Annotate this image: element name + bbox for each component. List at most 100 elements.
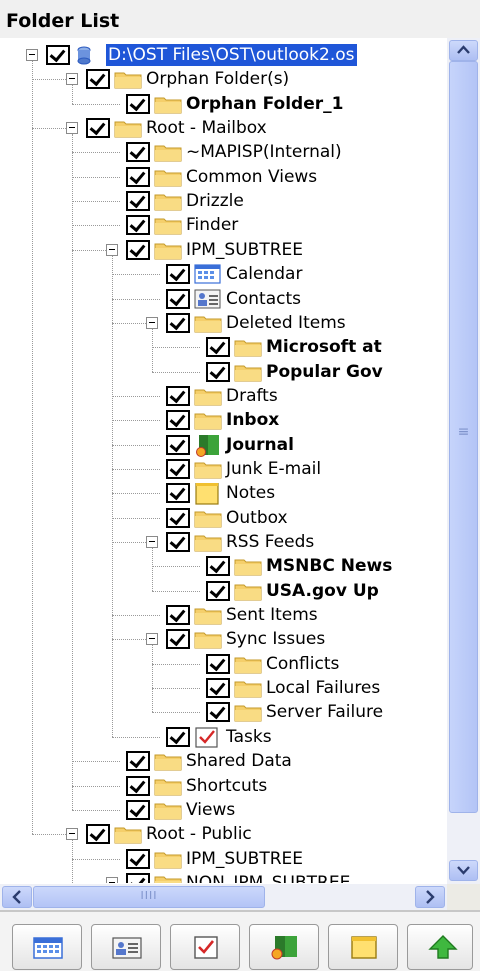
tree-item-shortcuts[interactable]: Shortcuts	[0, 774, 447, 798]
tree-item-common-views[interactable]: Common Views	[0, 165, 447, 189]
folder-checkbox[interactable]	[166, 264, 190, 285]
tree-item-public-ipm-subtree[interactable]: IPM_SUBTREE	[0, 847, 447, 871]
folder-checkbox[interactable]	[126, 142, 150, 163]
folder-checkbox[interactable]	[166, 507, 190, 528]
scroll-down-button[interactable]	[449, 860, 478, 881]
tree-item-root-mailbox[interactable]: Root - Mailbox	[0, 116, 447, 140]
folder-checkbox[interactable]	[206, 702, 230, 723]
tree-item-popular-gov[interactable]: Popular Gov	[0, 360, 447, 384]
expand-collapse-toggle[interactable]	[106, 876, 118, 883]
tree-item-conflicts[interactable]: Conflicts	[0, 652, 447, 676]
tree-item-usa-gov-up[interactable]: USA.gov Up	[0, 579, 447, 603]
tree-item-microsoft-at[interactable]: Microsoft at	[0, 335, 447, 359]
tree-item-mapisp-internal[interactable]: ~MAPISP(Internal)	[0, 140, 447, 164]
folder-checkbox[interactable]	[206, 580, 230, 601]
tree-item-sent-items[interactable]: Sent Items	[0, 603, 447, 627]
nav-notes-button[interactable]	[328, 924, 398, 970]
expand-collapse-toggle[interactable]	[66, 122, 78, 135]
expand-collapse-toggle[interactable]	[66, 73, 78, 86]
tree-item-ipm-subtree[interactable]: IPM_SUBTREE	[0, 238, 447, 262]
folder-checkbox[interactable]	[206, 653, 230, 674]
folder-checkbox[interactable]	[126, 751, 150, 772]
tree-item-rss-feeds[interactable]: RSS Feeds	[0, 530, 447, 554]
tree-item-deleted-items[interactable]: Deleted Items	[0, 311, 447, 335]
folder-checkbox[interactable]	[166, 410, 190, 431]
tree-item-drizzle[interactable]: Drizzle	[0, 189, 447, 213]
folder-checkbox[interactable]	[166, 288, 190, 309]
horizontal-scrollbar[interactable]: IIII	[0, 884, 447, 910]
scroll-up-button[interactable]	[449, 40, 478, 61]
folder-checkbox[interactable]	[126, 93, 150, 114]
folder-checkbox[interactable]	[126, 775, 150, 796]
nav-calendar-button[interactable]	[12, 924, 82, 970]
tree-item-orphan-folders[interactable]: Orphan Folder(s)	[0, 67, 447, 91]
folder-checkbox[interactable]	[166, 629, 190, 650]
folder-checkbox[interactable]	[126, 799, 150, 820]
folder-checkbox[interactable]	[166, 605, 190, 626]
expand-collapse-toggle[interactable]	[106, 243, 118, 256]
tree-item-drafts[interactable]: Drafts	[0, 384, 447, 408]
hthumb-grip: IIII	[140, 889, 158, 902]
nav-tasks-button[interactable]	[170, 924, 240, 970]
nav-up-button[interactable]	[407, 924, 473, 970]
tree-item-root-public[interactable]: Root - Public	[0, 822, 447, 846]
tree-item-local-failures[interactable]: Local Failures	[0, 676, 447, 700]
expand-collapse-toggle[interactable]	[26, 49, 38, 61]
tree-item-tasks[interactable]: Tasks	[0, 725, 447, 749]
tree-item-msnbc-news[interactable]: MSNBC News	[0, 554, 447, 578]
folder-checkbox[interactable]	[166, 458, 190, 479]
tree-item-calendar[interactable]: Calendar	[0, 262, 447, 286]
folder-checkbox[interactable]	[126, 848, 150, 869]
folder-checkbox[interactable]	[166, 434, 190, 455]
folder-icon	[114, 118, 142, 138]
folder-tree[interactable]: D:\OST Files\OST\outlook2.os Orphan Folde…	[0, 38, 447, 883]
expand-collapse-toggle[interactable]	[146, 536, 158, 548]
expand-collapse-toggle[interactable]	[146, 316, 158, 329]
folder-checkbox[interactable]	[166, 532, 190, 552]
tree-item-contacts[interactable]: Contacts	[0, 287, 447, 311]
chevron-right-icon	[426, 890, 435, 904]
tree-item-outbox[interactable]: Outbox	[0, 506, 447, 530]
tree-item-inbox[interactable]: Inbox	[0, 408, 447, 432]
scroll-right-button[interactable]	[415, 886, 445, 908]
folder-checkbox[interactable]	[126, 166, 150, 187]
folder-checkbox[interactable]	[166, 726, 190, 747]
vertical-scroll-thumb[interactable]: ≡	[449, 61, 478, 813]
tree-item-journal[interactable]: Journal	[0, 433, 447, 457]
expand-collapse-toggle[interactable]	[66, 828, 78, 841]
scroll-left-button[interactable]	[2, 886, 32, 908]
folder-checkbox[interactable]	[206, 678, 230, 699]
tree-item-views[interactable]: Views	[0, 798, 447, 822]
folder-checkbox[interactable]	[206, 556, 230, 577]
folder-icon	[194, 410, 222, 430]
tree-item-non-ipm-subtree[interactable]: NON_IPM_SUBTREE	[0, 871, 447, 883]
folder-checkbox[interactable]	[126, 215, 150, 236]
folder-checkbox[interactable]	[166, 312, 190, 333]
folder-checkbox[interactable]	[126, 872, 150, 883]
tree-item-junk-email[interactable]: Junk E-mail	[0, 457, 447, 481]
tree-item-sync-issues[interactable]: Sync Issues	[0, 627, 447, 651]
expand-collapse-toggle[interactable]	[146, 633, 158, 646]
nav-contacts-button[interactable]	[91, 924, 161, 970]
folder-checkbox[interactable]	[206, 361, 230, 382]
tree-item-shared-data[interactable]: Shared Data	[0, 749, 447, 773]
tree-item-notes[interactable]: Notes	[0, 481, 447, 505]
folder-checkbox[interactable]	[86, 69, 110, 90]
folder-checkbox[interactable]	[166, 385, 190, 406]
tree-item-server-failures[interactable]: Server Failure	[0, 700, 447, 724]
vertical-scrollbar[interactable]: ≡	[447, 38, 480, 884]
folder-checkbox[interactable]	[166, 483, 190, 504]
tree-item-label: IPM_SUBTREE	[186, 239, 304, 260]
folder-checkbox[interactable]	[206, 337, 230, 358]
folder-checkbox[interactable]	[126, 191, 150, 212]
nav-journal-button[interactable]	[249, 924, 319, 970]
folder-icon	[154, 240, 182, 260]
horizontal-scroll-thumb[interactable]: IIII	[33, 886, 265, 908]
folder-checkbox[interactable]	[46, 45, 70, 65]
folder-checkbox[interactable]	[126, 239, 150, 260]
tree-item-root-ost-file[interactable]: D:\OST Files\OST\outlook2.os	[0, 43, 447, 67]
tree-item-finder[interactable]: Finder	[0, 213, 447, 237]
folder-checkbox[interactable]	[86, 118, 110, 139]
folder-checkbox[interactable]	[86, 824, 110, 845]
tree-item-orphan-folder-1[interactable]: Orphan Folder_1	[0, 92, 447, 116]
